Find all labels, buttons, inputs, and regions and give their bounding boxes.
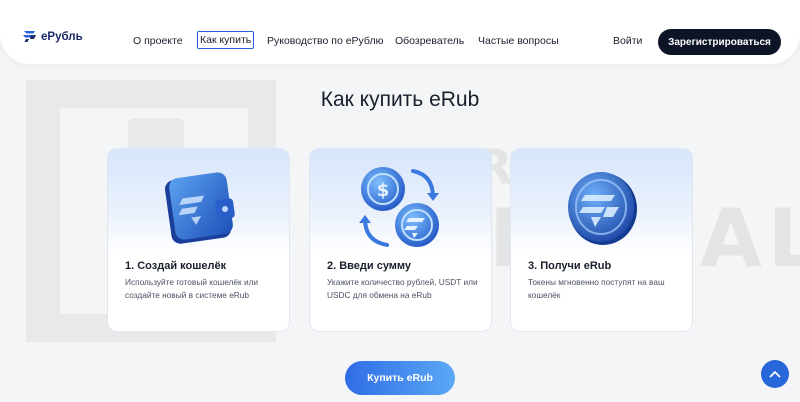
exchange-coins-icon: $: [358, 167, 439, 247]
nav-how-to-buy[interactable]: Как купить: [197, 31, 255, 49]
step-card-3: 3. Получи eRub Токены мгновенно поступят…: [510, 148, 693, 332]
svg-text:$: $: [376, 180, 389, 201]
register-button[interactable]: Зарегистрироваться: [658, 29, 781, 55]
step-title: 2. Введи сумму: [327, 260, 412, 272]
erub-logo-icon: [23, 31, 36, 42]
login-link[interactable]: Войти: [613, 35, 642, 47]
nav-guide[interactable]: Руководство по еРублю: [267, 34, 383, 48]
wallet-icon: [164, 172, 235, 244]
scroll-to-top-button[interactable]: [761, 360, 789, 388]
step-description: Токены мгновенно поступят на ваш кошелёк: [528, 277, 665, 300]
logo[interactable]: еРубль: [22, 30, 83, 43]
nav-about[interactable]: О проекте: [133, 34, 183, 48]
chevron-up-icon: [769, 371, 781, 378]
logo-text: еРубль: [41, 30, 83, 43]
nav-faq[interactable]: Частые вопросы: [478, 34, 559, 48]
page-title: Как купить eRub: [320, 88, 480, 111]
erub-coin-icon: [567, 172, 637, 245]
step-title: 1. Создай кошелёк: [125, 260, 227, 272]
step-description: Используйте готовый кошелёк или создайте…: [125, 277, 259, 300]
step-description: Укажите количество рублей, USDT или USDC…: [327, 277, 478, 300]
step-title: 3. Получи eRub: [528, 260, 612, 272]
step-card-2: $ 2. Введи сумму Укажите количество рубл…: [309, 148, 492, 332]
nav-explorer[interactable]: Обозреватель: [395, 34, 464, 48]
header: еРубль О проекте Как купить Руководство …: [0, 0, 800, 64]
step-card-1: 1. Создай кошелёк Используйте готовый ко…: [107, 148, 290, 332]
buy-erub-button[interactable]: Купить eRub: [345, 361, 455, 395]
